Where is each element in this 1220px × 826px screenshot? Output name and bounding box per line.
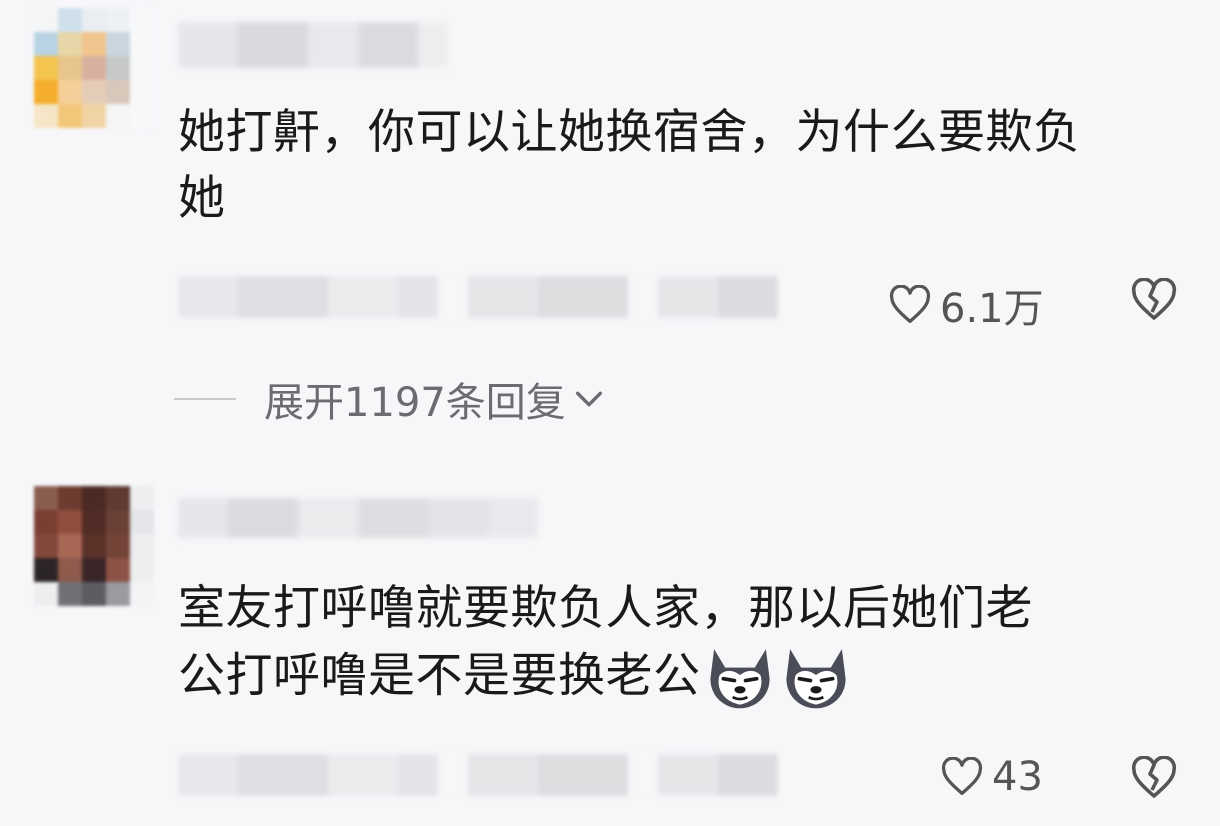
avatar[interactable] <box>34 486 154 606</box>
heart-outline-icon <box>941 757 983 795</box>
comment-text-line: 她打鼾，你可以让她换宿舍，为什么要欺负 <box>178 105 1081 160</box>
like-button[interactable]: 43 <box>940 754 1043 800</box>
husky-dog-emoji <box>709 649 770 709</box>
comment-meta <box>178 276 778 318</box>
husky-dog-emoji <box>785 649 846 709</box>
divider <box>174 398 236 400</box>
like-count: 43 <box>992 754 1043 800</box>
comment-text-line: 室友打呼噜就要欺负人家，那以后她们老 <box>178 581 1033 636</box>
chevron-down-icon <box>575 391 602 407</box>
username[interactable] <box>178 498 538 538</box>
expand-replies-button[interactable]: 展开1197条回复 <box>174 370 606 428</box>
comment-text: 室友打呼噜就要欺负人家，那以后她们老 公打呼噜是不是要换老公 <box>178 576 1198 716</box>
comment-list: 她打鼾，你可以让她换宿舍，为什么要欺负 她 6.1万 展开1197条回复 室友打… <box>0 0 1220 826</box>
comment-text-line: 公打呼噜是不是要换老公 <box>178 648 701 704</box>
comment-text: 她打鼾，你可以让她换宿舍，为什么要欺负 她 <box>178 100 1198 232</box>
broken-heart-icon[interactable] <box>1130 278 1178 322</box>
heart-outline-icon <box>889 285 931 323</box>
username[interactable] <box>178 22 448 68</box>
avatar[interactable] <box>34 8 154 128</box>
broken-heart-icon[interactable] <box>1130 756 1178 800</box>
expand-replies-label: 展开1197条回复 <box>264 380 566 426</box>
comment-text-line: 她 <box>178 171 226 226</box>
like-button[interactable]: 6.1万 <box>888 276 1044 334</box>
comment-meta <box>178 754 778 796</box>
like-count: 6.1万 <box>940 286 1044 332</box>
